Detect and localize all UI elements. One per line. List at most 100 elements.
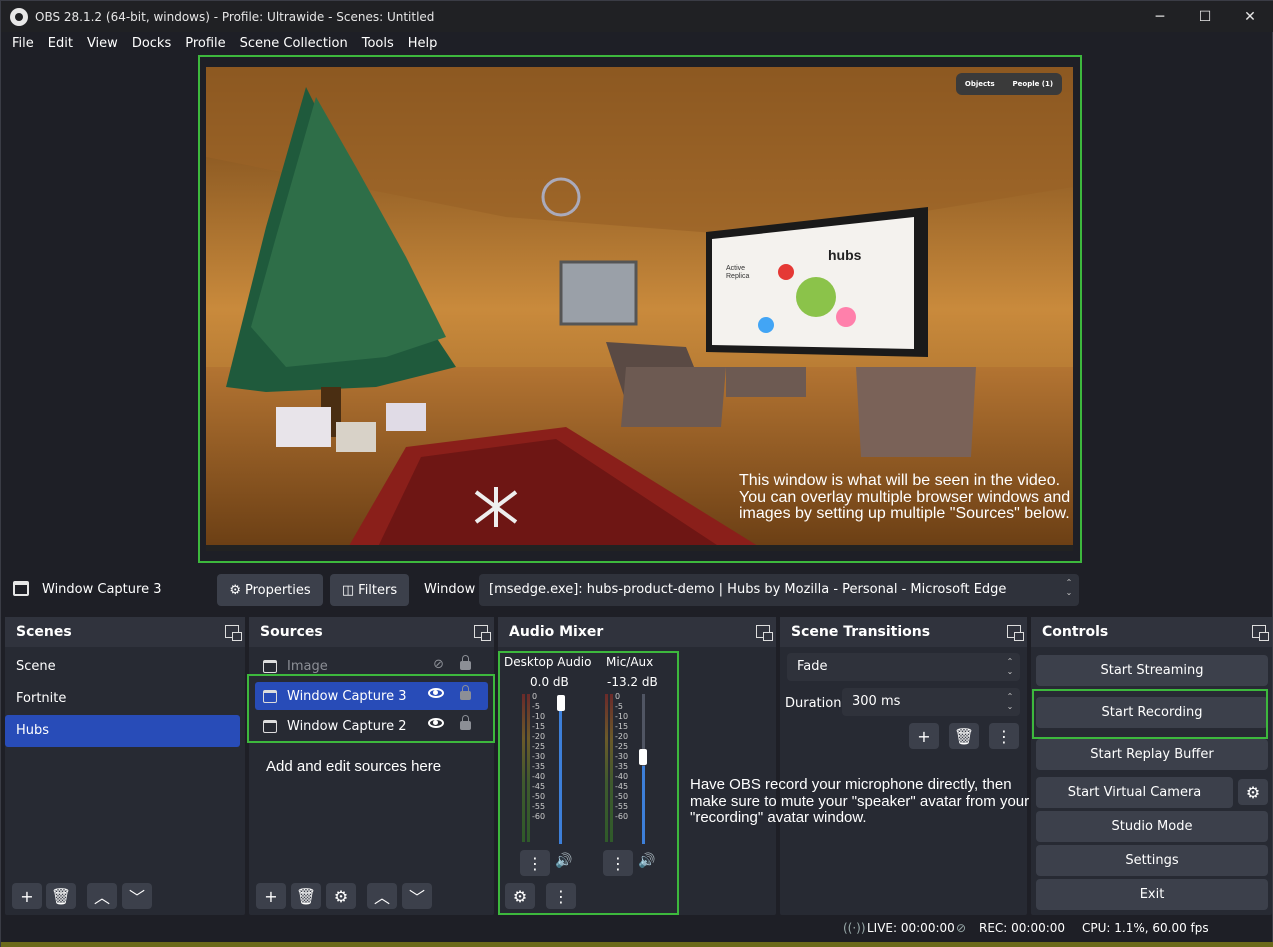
recording-highlight-frame: [1032, 689, 1268, 739]
menu-file[interactable]: File: [5, 34, 41, 54]
menu-tools[interactable]: Tools: [355, 34, 401, 54]
title-bar: OBS 28.1.2 (64-bit, windows) - Profile: …: [1, 1, 1273, 32]
exit-button[interactable]: Exit: [1036, 879, 1268, 910]
mic-aux-scale: 0 -5 -10 -15 -20 -25 -30 -35 -40 -45 -50…: [615, 692, 628, 822]
sources-highlight-frame: [247, 674, 495, 743]
trash-icon: 🗑: [953, 726, 975, 746]
kebab-menu-icon: ⋮: [553, 886, 569, 906]
scale-tick: -60: [615, 812, 629, 821]
scale-tick: -45: [615, 782, 629, 791]
window-select-value: [msedge.exe]: hubs-product-demo | Hubs b…: [489, 582, 1007, 597]
scale-tick: -50: [532, 792, 546, 801]
desktop-audio-menu-button[interactable]: ⋮: [520, 850, 550, 876]
close-button[interactable]: ✕: [1227, 1, 1273, 32]
controls-header: Controls: [1031, 617, 1272, 647]
start-streaming-button[interactable]: Start Streaming: [1036, 655, 1268, 686]
scene-item-selected[interactable]: Hubs: [5, 715, 240, 747]
scale-tick: -30: [532, 752, 546, 761]
remove-scene-button[interactable]: 🗑: [46, 883, 76, 909]
desktop-audio-meter-right: [527, 694, 530, 842]
transition-select[interactable]: Fade ⌃ ⌄: [787, 653, 1020, 681]
move-scene-down-button[interactable]: ﹀: [122, 883, 152, 909]
menu-profile[interactable]: Profile: [178, 34, 232, 54]
studio-mode-button[interactable]: Studio Mode: [1036, 811, 1268, 842]
live-timer: LIVE: 00:00:00: [867, 921, 955, 935]
audio-annotation: Have OBS record your microphone directly…: [690, 776, 1030, 826]
desktop-audio-fader[interactable]: [559, 704, 562, 844]
mic-aux-meter-right: [610, 694, 613, 842]
remove-transition-button[interactable]: 🗑: [949, 723, 979, 749]
status-bar: ((·)) LIVE: 00:00:00 ⊘ REC: 00:00:00 CPU…: [1, 918, 1273, 940]
move-source-up-button[interactable]: ︿: [367, 883, 397, 909]
mic-aux-meter-left: [605, 694, 608, 842]
virtual-camera-settings-button[interactable]: ⚙: [1238, 779, 1268, 805]
preview-canvas[interactable]: Objects People (1) hubs Active Replica T…: [206, 67, 1073, 551]
menu-bar: File Edit View Docks Profile Scene Colle…: [1, 34, 444, 54]
scale-tick: 0: [615, 692, 621, 701]
window-capture-icon: [13, 581, 29, 596]
scale-tick: -60: [532, 812, 546, 821]
undock-icon[interactable]: [1252, 625, 1269, 641]
menu-docks[interactable]: Docks: [125, 34, 178, 54]
window-select[interactable]: [msedge.exe]: hubs-product-demo | Hubs b…: [479, 574, 1079, 606]
start-virtual-camera-button[interactable]: Start Virtual Camera: [1036, 777, 1233, 808]
transition-menu-button[interactable]: ⋮: [989, 723, 1019, 749]
menu-edit[interactable]: Edit: [41, 34, 80, 54]
settings-button[interactable]: Settings: [1036, 845, 1268, 876]
add-transition-button[interactable]: +: [909, 723, 939, 749]
gear-icon: ⚙: [1245, 782, 1261, 802]
move-scene-up-button[interactable]: ︿: [87, 883, 117, 909]
undock-icon[interactable]: [225, 625, 242, 641]
source-toolbar: Window Capture 3 ⚙ Properties ◫ Filters …: [1, 571, 1273, 609]
chevron-down-icon: ﹀: [128, 888, 145, 907]
scale-tick: -5: [615, 702, 623, 711]
mic-aux-fader[interactable]: [642, 766, 645, 844]
add-source-button[interactable]: +: [256, 883, 286, 909]
speaker-icon[interactable]: 🔊: [555, 853, 572, 869]
menu-scene-collection[interactable]: Scene Collection: [233, 34, 355, 54]
properties-button[interactable]: ⚙ Properties: [217, 574, 323, 606]
select-arrows-icon: ⌃ ⌄: [1065, 578, 1073, 597]
scene-item[interactable]: Fortnite: [5, 683, 240, 715]
audio-mixer-menu-button[interactable]: ⋮: [546, 883, 576, 909]
lock-icon[interactable]: [460, 655, 471, 670]
window-label: Window: [424, 582, 476, 597]
mic-aux-fader-knob[interactable]: [639, 749, 647, 765]
chevron-down-icon: ﹀: [408, 888, 425, 907]
remove-source-button[interactable]: 🗑: [291, 883, 321, 909]
add-scene-button[interactable]: +: [12, 883, 42, 909]
scene-item[interactable]: Scene: [5, 651, 240, 683]
obs-logo-icon: [10, 7, 28, 26]
eye-hidden-icon[interactable]: ⊘: [433, 657, 444, 672]
scale-tick: 0: [532, 692, 538, 701]
scale-tick: -55: [615, 802, 629, 811]
move-source-down-button[interactable]: ﹀: [402, 883, 432, 909]
undock-icon[interactable]: [474, 625, 491, 641]
scale-tick: -45: [532, 782, 546, 791]
advanced-audio-button[interactable]: ⚙: [505, 883, 535, 909]
source-properties-button[interactable]: ⚙: [326, 883, 356, 909]
window-title: OBS 28.1.2 (64-bit, windows) - Profile: …: [35, 9, 435, 24]
mic-aux-menu-button[interactable]: ⋮: [603, 850, 633, 876]
gear-icon: ⚙: [333, 886, 349, 906]
scale-tick: -20: [532, 732, 546, 741]
speaker-icon[interactable]: 🔊: [638, 853, 655, 869]
maximize-button[interactable]: ☐: [1182, 1, 1228, 32]
duration-input[interactable]: 300 ms ⌃ ⌄: [842, 688, 1020, 716]
chevron-up-icon: ︿: [93, 888, 110, 907]
sources-annotation: Add and edit sources here: [266, 758, 442, 775]
hubs-toolbar: Objects People (1): [956, 73, 1062, 95]
preview-overlay-annotation: This window is what will be seen in the …: [739, 472, 1071, 522]
desktop-audio-fader-knob[interactable]: [557, 695, 565, 711]
spinner-arrows-icon: ⌃ ⌄: [1006, 692, 1014, 711]
undock-icon[interactable]: [756, 625, 773, 641]
filters-button[interactable]: ◫ Filters: [330, 574, 409, 606]
undock-icon[interactable]: [1007, 625, 1024, 641]
scale-tick: -10: [615, 712, 629, 721]
minimize-button[interactable]: ─: [1137, 1, 1183, 32]
cpu-fps: CPU: 1.1%, 60.00 fps: [1082, 921, 1209, 935]
record-icon: ⊘: [956, 921, 967, 935]
menu-view[interactable]: View: [80, 34, 125, 54]
menu-help[interactable]: Help: [401, 34, 445, 54]
start-replay-buffer-button[interactable]: Start Replay Buffer: [1036, 739, 1268, 770]
